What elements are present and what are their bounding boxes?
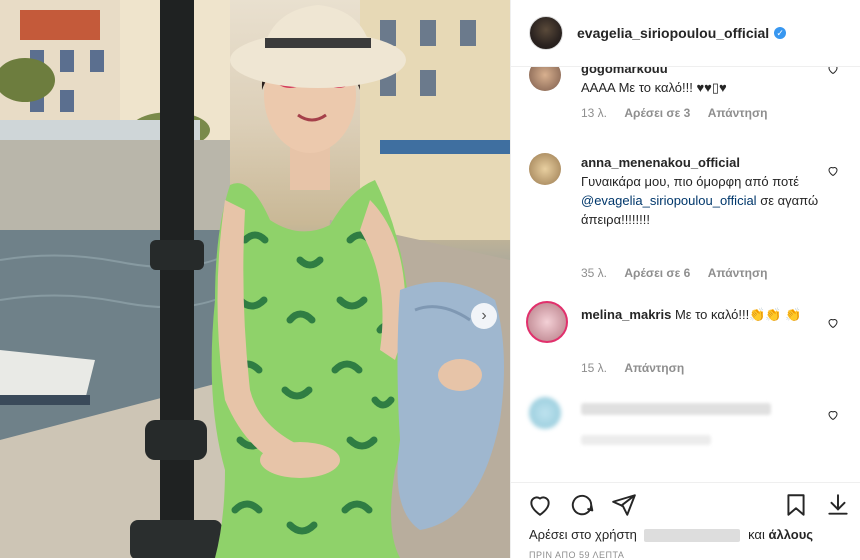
avatar[interactable] (529, 67, 561, 91)
blurred-comment-meta (581, 435, 711, 445)
avatar[interactable] (526, 301, 568, 343)
comment-likes[interactable]: Αρέσει σε 3 (624, 106, 690, 120)
blurred-comment (581, 403, 771, 415)
reply-button[interactable]: Απάντηση (708, 266, 768, 280)
heart-icon[interactable] (827, 409, 839, 421)
post-actions (511, 482, 860, 527)
heart-icon[interactable] (827, 317, 839, 329)
bookmark-icon[interactable] (783, 492, 809, 518)
comment-meta: 35 λ. Αρέσει σε 6 Απάντηση (581, 266, 782, 280)
avatar[interactable] (529, 16, 563, 50)
avatar[interactable] (529, 153, 561, 185)
comment-bubble-icon[interactable] (569, 492, 595, 518)
comments-list: gogomarkouu ΑΑΑΑ Με το καλό!!! ♥♥▯♥ 13 λ… (511, 67, 860, 482)
like-heart-icon[interactable] (527, 492, 553, 518)
comment-meta: 15 λ. Απάντηση (581, 361, 698, 375)
share-paper-plane-icon[interactable] (611, 492, 637, 518)
heart-icon[interactable] (827, 67, 839, 75)
blurred-username (644, 529, 741, 543)
comment-username[interactable]: gogomarkouu (581, 67, 668, 76)
comment-body: Με το καλό!!!👏👏 👏 (674, 307, 802, 322)
comment-meta: 13 λ. Αρέσει σε 3 Απάντηση (581, 106, 782, 120)
comment-username[interactable]: anna_menenakou_official (581, 155, 740, 170)
comment-age: 35 λ. (581, 266, 608, 280)
heart-icon[interactable] (827, 165, 839, 177)
reply-button[interactable]: Απάντηση (624, 361, 684, 375)
post-timestamp: ΠΡΙΝ ΑΠΟ 59 ΛΕΠΤΑ (529, 550, 625, 560)
likes-and: και (748, 527, 765, 542)
post-sidebar: evagelia_siriopoulou_official ✓ gogomark… (510, 0, 860, 560)
post-username[interactable]: evagelia_siriopoulou_official (577, 25, 769, 41)
post-header: evagelia_siriopoulou_official ✓ (511, 0, 860, 67)
comment-text: anna_menenakou_official Γυναικάρα μου, π… (581, 153, 821, 229)
comment-text: melina_makris Με το καλό!!!👏👏 👏 (581, 305, 821, 324)
mention-link[interactable]: @evagelia_siriopoulou_official (581, 193, 757, 208)
likes-others-link[interactable]: άλλους (768, 527, 813, 542)
post-photo-illustration (0, 0, 510, 558)
comment-text: gogomarkouu ΑΑΑΑ Με το καλό!!! ♥♥▯♥ (581, 67, 821, 97)
likes-line: Αρέσει στο χρήστη και άλλους (529, 527, 813, 543)
comment-body: Γυναικάρα μου, πιο όμορφη από ποτέ (581, 174, 800, 189)
avatar[interactable] (529, 397, 561, 429)
next-photo-chevron-icon[interactable]: › (471, 303, 497, 329)
comment-username[interactable]: melina_makris (581, 307, 671, 322)
comment-age: 15 λ. (581, 361, 608, 375)
comment-age: 13 λ. (581, 106, 608, 120)
comment-likes[interactable]: Αρέσει σε 6 (624, 266, 690, 280)
comment-body: ΑΑΑΑ Με το καλό!!! ♥♥▯♥ (581, 80, 727, 95)
download-icon[interactable] (825, 492, 851, 518)
likes-prefix: Αρέσει στο χρήστη (529, 527, 637, 542)
reply-button[interactable]: Απάντηση (708, 106, 768, 120)
post-photo[interactable]: › (0, 0, 510, 558)
verified-badge-icon: ✓ (774, 27, 787, 39)
